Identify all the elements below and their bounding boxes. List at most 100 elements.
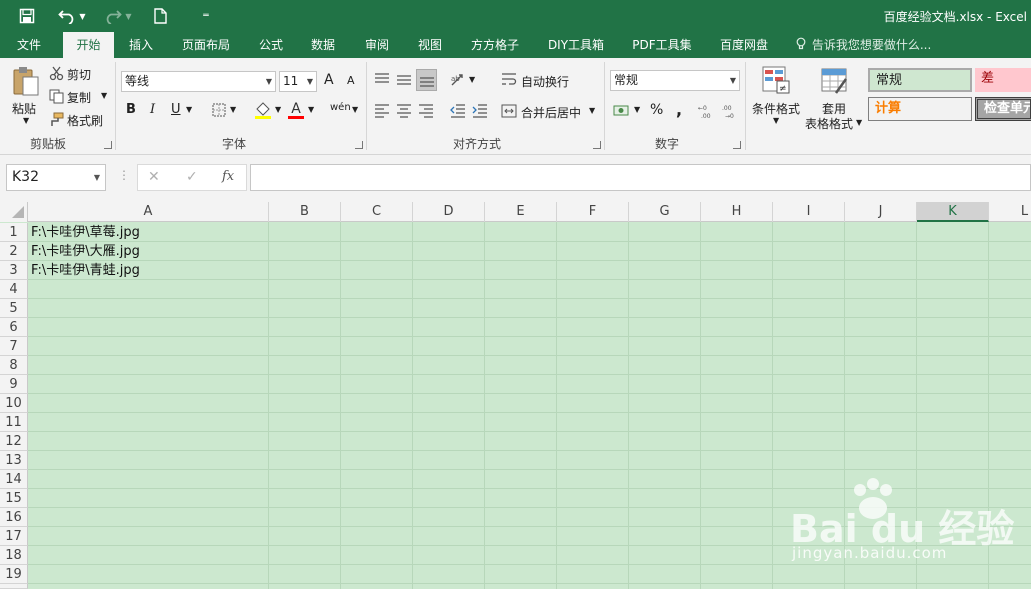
tab-file[interactable]: 文件 [6,32,52,58]
tab-page-layout[interactable]: 页面布局 [174,32,238,58]
underline-dropdown-icon[interactable]: ▼ [186,105,192,114]
tab-formulas[interactable]: 公式 [250,32,292,58]
column-header-k[interactable]: K [917,202,989,222]
format-as-table-dropdown-icon[interactable]: ▼ [856,118,862,127]
align-top-icon[interactable] [372,70,392,90]
customize-qat-icon[interactable]: ═ [198,4,214,28]
clipboard-dialog-launcher-icon[interactable] [104,141,112,149]
row-header-13[interactable]: 13 [0,451,28,470]
row-header-8[interactable]: 8 [0,356,28,375]
font-size-select[interactable]: 11 ▼ [279,71,317,92]
align-right-icon[interactable] [416,101,436,121]
column-header-h[interactable]: H [701,202,773,222]
format-painter-button[interactable]: 格式刷 [67,112,103,129]
number-format-select[interactable]: 常规 ▼ [610,70,740,91]
fill-color-icon[interactable] [254,100,272,120]
style-normal[interactable]: 常规 [868,68,972,92]
enter-icon[interactable]: ✓ [186,169,198,185]
align-center-icon[interactable] [394,101,414,121]
column-header-d[interactable]: D [413,202,485,222]
style-calculation[interactable]: 计算 [868,97,972,121]
cell-a3[interactable]: F:\卡哇伊\青蛙.jpg [31,261,140,280]
tab-view[interactable]: 视图 [408,32,452,58]
worksheet-grid[interactable]: A B C D E F G H I J K L 1 2 3 4 5 6 7 8 … [0,202,1031,589]
row-header-19[interactable]: 19 [0,565,28,584]
row-header-14[interactable]: 14 [0,470,28,489]
font-color-dropdown-icon[interactable]: ▼ [308,105,314,114]
column-header-b[interactable]: B [269,202,341,222]
paste-icon[interactable] [10,64,42,98]
column-header-i[interactable]: I [773,202,845,222]
row-header-15[interactable]: 15 [0,489,28,508]
undo-icon[interactable]: ▼ [58,4,86,28]
paste-dropdown-icon[interactable]: ▼ [23,116,29,125]
increase-decimal-icon[interactable]: ←0.00 [697,101,717,121]
cut-button[interactable]: 剪切 [67,66,91,83]
column-header-a[interactable]: A [28,202,269,222]
column-header-g[interactable]: G [629,202,701,222]
align-middle-icon[interactable] [394,70,414,90]
align-bottom-icon[interactable] [416,69,437,91]
tab-fangfang[interactable]: 方方格子 [464,32,526,58]
tab-baidu-netdisk[interactable]: 百度网盘 [712,32,776,58]
accounting-dropdown-icon[interactable]: ▼ [634,105,640,114]
tell-me-box[interactable]: 告诉我您想要做什么... [796,32,931,58]
merge-center-button[interactable]: 合并后居中 [521,104,581,121]
decrease-indent-icon[interactable] [448,101,468,121]
row-header-9[interactable]: 9 [0,375,28,394]
underline-button[interactable]: U [171,102,181,117]
tab-home[interactable]: 开始 [63,32,114,59]
chevron-down-icon[interactable]: ▼ [94,165,100,190]
row-header-16[interactable]: 16 [0,508,28,527]
paste-button[interactable]: 粘贴 [12,100,36,117]
increase-font-icon[interactable]: A [324,72,334,88]
cell-a1[interactable]: F:\卡哇伊\草莓.jpg [31,223,140,242]
conditional-dropdown-icon[interactable]: ▼ [773,116,779,125]
row-header-4[interactable]: 4 [0,280,28,299]
column-header-j[interactable]: J [845,202,917,222]
phonetic-guide-icon[interactable]: wén [330,102,351,113]
row-header-20[interactable] [0,584,28,589]
border-icon[interactable] [211,102,227,118]
bold-button[interactable]: B [126,102,136,117]
row-header-5[interactable]: 5 [0,299,28,318]
format-as-table-button[interactable]: 表格格式 [805,115,853,132]
fill-color-dropdown-icon[interactable]: ▼ [275,105,281,114]
alignment-dialog-launcher-icon[interactable] [593,141,601,149]
tab-insert[interactable]: 插入 [118,32,164,58]
tab-review[interactable]: 审阅 [355,32,399,58]
save-icon[interactable] [14,4,40,28]
column-header-c[interactable]: C [341,202,413,222]
comma-button[interactable]: , [676,100,682,119]
border-dropdown-icon[interactable]: ▼ [230,105,236,114]
tab-diy-toolbox[interactable]: DIY工具箱 [540,32,612,58]
tab-pdf-tools[interactable]: PDF工具集 [626,32,698,58]
row-header-12[interactable]: 12 [0,432,28,451]
formula-input[interactable] [250,164,1031,191]
row-header-10[interactable]: 10 [0,394,28,413]
font-name-select[interactable]: 等线 ▼ [121,71,276,92]
column-header-e[interactable]: E [485,202,557,222]
accounting-format-icon[interactable] [612,102,632,120]
new-file-icon[interactable] [150,4,170,28]
insert-function-icon[interactable]: fx [222,169,234,184]
row-header-2[interactable]: 2 [0,242,28,261]
decrease-font-icon[interactable]: A [347,74,355,87]
name-box[interactable]: K32 ▼ [6,164,106,191]
row-header-3[interactable]: 3 [0,261,28,280]
row-header-7[interactable]: 7 [0,337,28,356]
align-left-icon[interactable] [372,101,392,121]
select-all-button[interactable] [0,202,28,222]
row-header-6[interactable]: 6 [0,318,28,337]
conditional-formatting-button[interactable]: 条件格式 [752,100,800,117]
increase-indent-icon[interactable] [470,101,490,121]
style-bad[interactable]: 差 [975,68,1031,92]
decrease-decimal-icon[interactable]: .00 →0 [721,101,741,121]
orientation-icon[interactable]: ab [448,70,468,90]
copy-dropdown-icon[interactable]: ▼ [101,91,107,100]
phonetic-dropdown-icon[interactable]: ▼ [352,105,358,114]
row-header-17[interactable]: 17 [0,527,28,546]
italic-button[interactable]: I [150,102,155,117]
wrap-text-button[interactable]: 自动换行 [521,73,569,90]
percent-button[interactable]: % [650,102,663,118]
